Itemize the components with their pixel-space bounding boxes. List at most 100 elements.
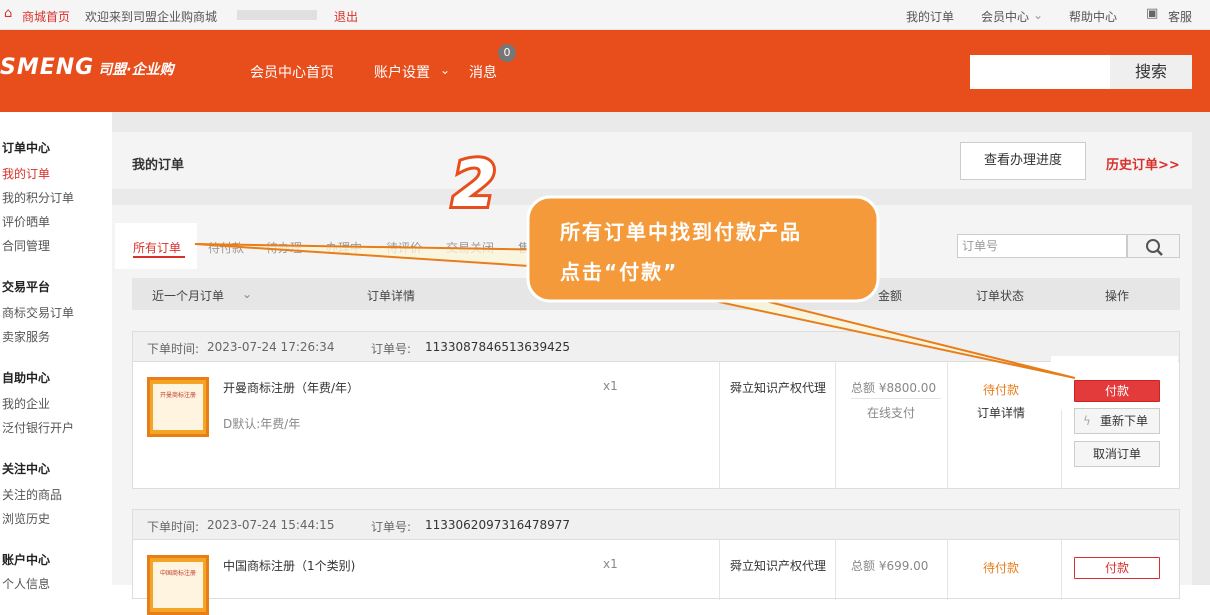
order-detail-link[interactable]: 订单详情 (977, 404, 1025, 421)
pay-button[interactable]: 付款 (1074, 557, 1160, 579)
tab-processing[interactable]: 办理中 (326, 239, 362, 256)
message-count-badge: 0 (498, 44, 516, 62)
search-icon (1146, 239, 1163, 256)
divider (835, 540, 836, 600)
home-icon[interactable]: ⌂ (4, 6, 12, 21)
history-orders-link[interactable]: 历史订单>> (1106, 154, 1180, 173)
product-thumbnail[interactable]: 开曼商标注册 (147, 377, 209, 437)
thumbnail-title: 开曼商标注册 (159, 392, 196, 399)
order-card: 下单时间: 2023-07-24 15:44:15 订单号: 113306209… (132, 509, 1180, 615)
order-no-label: 订单号: (371, 520, 412, 534)
cancel-order-button[interactable]: 取消订单 (1074, 441, 1160, 467)
step-number: 2 (449, 145, 499, 225)
sidebar-group-self-service: 自助中心 (2, 371, 51, 385)
order-card: 下单时间: 2023-07-24 17:26:34 订单号: 113308784… (132, 331, 1180, 489)
username-masked (237, 10, 317, 20)
order-status: 待付款 (983, 383, 1020, 397)
chat-icon[interactable]: ▣ (1146, 6, 1158, 21)
col-amount: 金额 (878, 289, 903, 303)
site-logo[interactable]: SMENG 司盟·企业购 (0, 55, 174, 80)
tab-closed[interactable]: 交易关闭 (446, 239, 494, 256)
product-spec: D默认:年费/年 (223, 417, 301, 431)
callout-line-2: 点击“付款” (560, 260, 679, 284)
product-name[interactable]: 中国商标注册（1个类别) (223, 557, 355, 574)
period-select[interactable]: 近一个月订单 (152, 287, 224, 304)
seller-name: 舜立知识产权代理 (730, 381, 827, 395)
top-bar: ⌂ 商城首页 欢迎来到司盟企业购商城 退出 我的订单 会员中心 ⌄ 帮助中心 ▣… (0, 0, 1210, 30)
sidebar-group-follow: 关注中心 (2, 462, 51, 476)
pay-method: 在线支付 (867, 406, 916, 420)
sidebar-item-followed-products[interactable]: 关注的商品 (2, 486, 62, 503)
site-header: SMENG 司盟·企业购 会员中心首页 账户设置 ⌄ 消息 0 搜索 (0, 30, 1210, 112)
order-total: 总额 ¥699.00 (851, 559, 929, 573)
home-link[interactable]: 商城首页 (22, 8, 70, 25)
sidebar-item-my-company[interactable]: 我的企业 (2, 395, 50, 412)
col-status: 订单状态 (976, 289, 1025, 303)
order-time-label: 下单时间: (147, 520, 200, 534)
sidebar-item-bank-account[interactable]: 泛付银行开户 (2, 419, 74, 436)
divider (719, 362, 720, 489)
col-order-detail: 订单详情 (367, 289, 416, 303)
member-center-link[interactable]: 会员中心 (981, 8, 1029, 25)
order-header: 下单时间: 2023-07-24 15:44:15 订单号: 113306209… (133, 510, 1179, 540)
sidebar-group-account: 账户中心 (2, 553, 51, 567)
sidebar-group-trade: 交易平台 (2, 280, 51, 294)
col-quantity: 数量 (600, 289, 625, 303)
col-seller: 商家 (766, 289, 791, 303)
pay-button[interactable]: 付款 (1074, 380, 1160, 402)
divider (719, 540, 720, 600)
sidebar-item-profile[interactable]: 个人信息 (2, 575, 50, 592)
sidebar-item-reviews[interactable]: 评价晒单 (2, 213, 50, 230)
page-title: 我的订单 (132, 158, 185, 173)
order-total: 总额 ¥8800.00 (851, 381, 937, 395)
divider (1061, 540, 1062, 600)
sidebar-group-order-center: 订单中心 (2, 141, 51, 155)
chevron-down-icon[interactable]: ⌄ (440, 63, 450, 77)
divider (947, 362, 948, 489)
order-search-input[interactable]: 订单号 (957, 234, 1127, 258)
order-time: 2023-07-24 15:44:15 (207, 518, 335, 532)
my-orders-link[interactable]: 我的订单 (906, 8, 954, 25)
sidebar-item-trademark-orders[interactable]: 商标交易订单 (2, 304, 74, 321)
nav-account-settings[interactable]: 账户设置 (374, 62, 430, 82)
divider (835, 362, 836, 489)
chevron-down-icon[interactable]: ⌄ (242, 287, 252, 301)
order-search-button[interactable] (1127, 234, 1180, 258)
divider (851, 398, 941, 399)
order-time-label: 下单时间: (147, 342, 200, 356)
lightning-icon: ϟ (1083, 414, 1091, 428)
sidebar-item-points-orders[interactable]: 我的积分订单 (2, 189, 74, 206)
tab-pending-review[interactable]: 待评价 (386, 239, 422, 256)
search-input[interactable] (970, 55, 1110, 89)
thumbnail-title: 中国商标注册 (159, 570, 196, 577)
tab-pending-payment[interactable]: 待付款 (208, 239, 244, 256)
customer-service-link[interactable]: 客服 (1168, 8, 1192, 25)
tab-underline (133, 256, 185, 258)
tab-all-orders[interactable]: 所有订单 (133, 239, 181, 256)
welcome-text: 欢迎来到司盟企业购商城 (85, 10, 218, 24)
callout-line-1: 所有订单中找到付款产品 (560, 220, 802, 244)
quantity: x1 (603, 557, 618, 571)
sidebar-item-contracts[interactable]: 合同管理 (2, 237, 50, 254)
order-status: 待付款 (983, 561, 1020, 575)
view-progress-button[interactable]: 查看办理进度 (960, 142, 1086, 180)
reorder-button[interactable]: ϟ 重新下单 (1074, 408, 1160, 434)
tab-pending-process[interactable]: 待办理 (266, 239, 302, 256)
order-header: 下单时间: 2023-07-24 17:26:34 订单号: 113308784… (133, 332, 1179, 362)
nav-member-home[interactable]: 会员中心首页 (250, 62, 334, 82)
sidebar-item-history[interactable]: 浏览历史 (2, 510, 50, 527)
product-thumbnail[interactable]: 中国商标注册 (147, 555, 209, 615)
nav-messages[interactable]: 消息 (469, 62, 497, 82)
logout-link[interactable]: 退出 (334, 8, 358, 25)
product-name[interactable]: 开曼商标注册（年费/年） (223, 379, 359, 396)
chevron-down-icon[interactable]: ⌄ (1033, 8, 1043, 22)
help-center-link[interactable]: 帮助中心 (1069, 8, 1117, 25)
order-no-label: 订单号: (371, 342, 412, 356)
sidebar-item-my-orders[interactable]: 我的订单 (2, 165, 50, 182)
search-button[interactable]: 搜索 (1110, 55, 1192, 89)
sidebar-item-seller-service[interactable]: 卖家服务 (2, 328, 50, 345)
divider (947, 540, 948, 600)
col-action: 操作 (1105, 289, 1130, 303)
quantity: x1 (603, 379, 618, 393)
order-no: 1133087846513639425 (425, 340, 571, 354)
